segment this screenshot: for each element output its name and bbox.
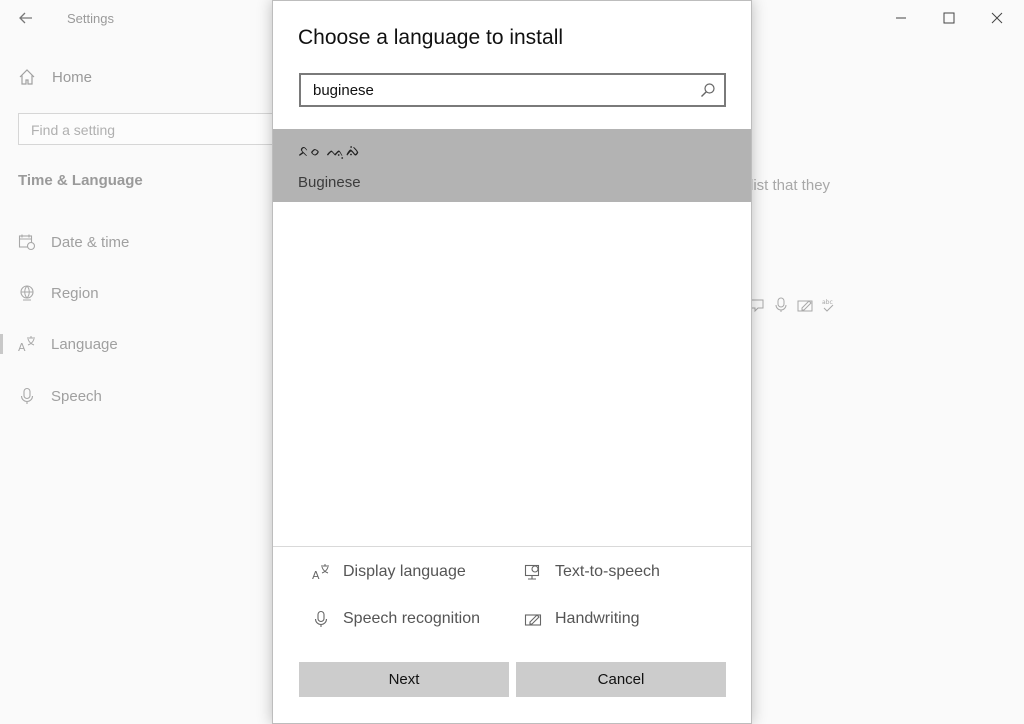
dialog-title: Choose a language to install [298, 26, 564, 49]
maximize-button[interactable] [926, 4, 972, 32]
find-setting-placeholder: Find a setting [31, 122, 116, 138]
maximize-icon [943, 12, 955, 24]
next-button[interactable]: Next [299, 662, 509, 697]
sidebar-item-speech[interactable]: Speech [0, 376, 272, 416]
language-icon: A [18, 335, 36, 353]
close-icon [991, 12, 1003, 24]
language-native-name: ᨅᨔ ᨕᨘᨁᨗ [298, 143, 361, 160]
back-arrow-icon [19, 12, 32, 24]
microphone-icon [772, 296, 790, 314]
minimize-icon [896, 17, 906, 19]
feature-label: Text-to-speech [555, 563, 660, 580]
sidebar: Home Find a setting Time & Language Date… [0, 36, 288, 724]
background-description: list that they [750, 177, 831, 194]
svg-text:abc: abc [822, 299, 833, 306]
language-results-list: ᨅᨔ ᨕᨘᨁᨗ Buginese [273, 129, 751, 545]
choose-language-dialog: Choose a language to install buginese ᨅᨔ… [272, 0, 752, 724]
feature-label: Handwriting [555, 610, 640, 627]
background-feature-icons: abc [748, 296, 838, 314]
calendar-clock-icon [18, 233, 36, 251]
svg-text:A: A [312, 569, 320, 581]
sidebar-item-label: Speech [51, 387, 102, 405]
find-setting-input[interactable]: Find a setting [18, 113, 288, 145]
divider [273, 546, 751, 547]
microphone-icon [311, 609, 331, 629]
feature-label: Speech recognition [343, 610, 480, 627]
text-to-speech-icon [523, 562, 543, 582]
section-title: Time & Language [18, 172, 143, 189]
sidebar-item-label: Region [51, 284, 99, 302]
globe-icon [18, 284, 36, 302]
sidebar-item-label: Date & time [51, 233, 130, 251]
sidebar-item-label: Language [51, 335, 118, 353]
handwriting-icon [523, 609, 543, 629]
close-button[interactable] [974, 4, 1020, 32]
list-item[interactable]: ᨅᨔ ᨕᨘᨁᨗ Buginese [273, 129, 751, 202]
window-title: Settings [67, 11, 114, 26]
selection-indicator [0, 334, 3, 354]
language-name: Buginese [298, 174, 361, 191]
feature-text-to-speech: Text-to-speech [523, 562, 660, 582]
handwriting-icon [796, 296, 814, 314]
display-language-icon: A [311, 562, 331, 582]
sidebar-item-region[interactable]: Region [0, 273, 272, 313]
sidebar-item-language[interactable]: A Language [0, 324, 272, 364]
feature-label: Display language [343, 563, 466, 580]
cancel-button[interactable]: Cancel [516, 662, 726, 697]
spell-check-icon: abc [820, 296, 838, 314]
nav-home-label: Home [52, 68, 93, 86]
back-button[interactable] [14, 6, 38, 30]
search-value: buginese [313, 82, 374, 99]
sidebar-item-date-time[interactable]: Date & time [0, 222, 272, 262]
language-search-input[interactable]: buginese [299, 73, 726, 107]
feature-handwriting: Handwriting [523, 609, 639, 629]
minimize-button[interactable] [878, 4, 924, 32]
home-icon [19, 69, 35, 85]
nav-home[interactable]: Home [18, 68, 92, 86]
feature-speech-recognition: Speech recognition [311, 609, 480, 629]
svg-text:A: A [18, 341, 26, 353]
feature-display-language: A Display language [311, 562, 466, 582]
microphone-icon [18, 387, 36, 405]
search-icon[interactable] [700, 82, 716, 98]
